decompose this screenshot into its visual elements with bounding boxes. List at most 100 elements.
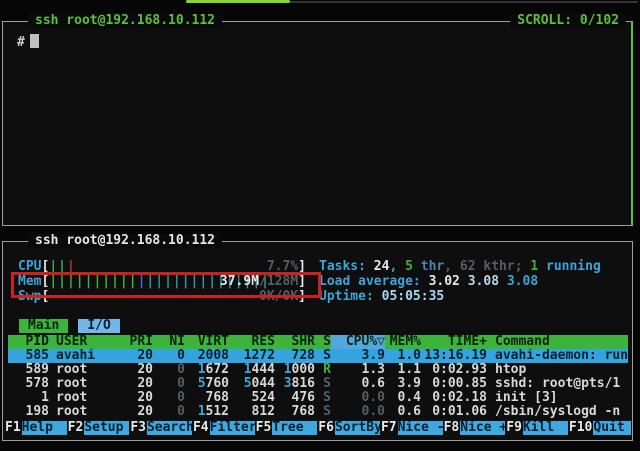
bracket-open: [ — [41, 290, 49, 304]
cell-cpu: 0.0 — [331, 405, 385, 419]
swap-meter-label: Swp — [18, 290, 41, 304]
header-cpu-sort[interactable]: CPU%▽ — [331, 335, 385, 349]
cell-res: 524 — [229, 391, 275, 405]
header-mem[interactable]: MEM% — [385, 335, 421, 349]
fkey-number: F3 — [129, 421, 147, 435]
cell-res-k: 1 — [244, 363, 252, 377]
cell-virt-rest: 760 — [206, 377, 229, 391]
cell-time: 0:02.18 — [421, 391, 487, 405]
htop-tabs: Main I/O — [19, 319, 120, 333]
cell-mem: 3.9 — [385, 377, 421, 391]
fkey-label: Setup — [84, 421, 129, 435]
cell-res: 1444 — [229, 363, 275, 377]
fkey-filter[interactable]: F4Filter — [192, 421, 255, 435]
cpu-bar-red: | — [67, 260, 76, 274]
fkey-search[interactable]: F3Search — [129, 421, 192, 435]
cell-state: S — [315, 391, 331, 405]
header-user[interactable]: USER — [49, 335, 129, 349]
fkey-tree[interactable]: F5Tree — [255, 421, 318, 435]
fkey-label: SortBy — [335, 421, 380, 435]
pane2-title: ssh root@192.168.10.112 — [28, 234, 222, 248]
cell-command: init [3] — [487, 391, 628, 405]
header-res[interactable]: RES — [229, 335, 275, 349]
tasks-summary: Tasks: 24, 5 thr, 62 kthr; 1 running — [319, 260, 601, 274]
cell-shr-rest: 000 — [292, 363, 315, 377]
fkey-number: F9 — [505, 421, 523, 435]
header-pri[interactable]: PRI — [129, 335, 153, 349]
shell-pane[interactable]: # — [2, 21, 633, 226]
header-cpu-label: CPU% — [346, 335, 377, 349]
cell-mem: 0.6 — [385, 405, 421, 419]
header-time[interactable]: TIME+ — [421, 335, 487, 349]
cell-shr: 768 — [275, 405, 315, 419]
header-virt[interactable]: VIRT — [185, 335, 229, 349]
header-state[interactable]: S — [315, 335, 331, 349]
cell-shr-k: 1 — [284, 363, 292, 377]
process-row[interactable]: 578 root 20 0 5760 5044 3816 S 0.6 3.9 0… — [8, 377, 628, 391]
cell-virt: 1512 — [185, 405, 229, 419]
cpu-meter-label: CPU — [18, 260, 41, 274]
mem-total: /128M — [259, 275, 298, 289]
tab-io[interactable]: I/O — [78, 319, 119, 333]
fkey-label: Tree — [272, 421, 317, 435]
mem-meter: Mem[|||||||||||||||||||||||||37.9M/128M] — [18, 275, 306, 289]
cell-pri: 20 — [129, 405, 153, 419]
fkey-sortby[interactable]: F6SortBy — [317, 421, 380, 435]
process-row-selected[interactable]: 585 avahi 20 0 2008 1272 728 S 3.9 1.0 1… — [8, 349, 628, 363]
fkey-help[interactable]: F1Help — [4, 421, 67, 435]
fkey-setup[interactable]: F2Setup — [67, 421, 130, 435]
cell-pid: 578 — [8, 377, 49, 391]
fkey-nice-plus[interactable]: F8Nice + — [443, 421, 506, 435]
fkey-number: F1 — [4, 421, 22, 435]
bracket-close: ] — [298, 260, 306, 274]
cell-pri: 20 — [129, 363, 153, 377]
header-ni[interactable]: NI — [153, 335, 185, 349]
shell-prompt: # — [17, 35, 25, 50]
cell-virt-k: 1 — [198, 405, 206, 419]
tab-main[interactable]: Main — [19, 319, 68, 333]
fkey-kill[interactable]: F9Kill — [505, 421, 568, 435]
cell-user: root — [49, 405, 129, 419]
cell-pri: 20 — [129, 377, 153, 391]
header-shr[interactable]: SHR — [275, 335, 315, 349]
bracket-open: [ — [41, 260, 49, 274]
uptime-value: 05:05:35 — [382, 289, 445, 304]
shell-prompt-line[interactable]: # — [17, 34, 39, 50]
header-pid[interactable]: PID — [8, 335, 49, 349]
cell-shr: 3816 — [275, 377, 315, 391]
swap-meter-value: 0K/0K — [259, 290, 298, 304]
cell-mem: 1.1 — [385, 363, 421, 377]
process-row[interactable]: 1 root 20 0 768 524 476 S 0.0 0.4 0:02.1… — [8, 391, 628, 405]
sort-descending-icon: ▽ — [377, 335, 385, 349]
fkey-number: F10 — [568, 421, 593, 435]
header-command[interactable]: Command — [487, 335, 628, 349]
fkey-quit[interactable]: F10Quit — [568, 421, 631, 435]
cell-mem: 1.0 — [385, 349, 421, 363]
threads-count: 5 — [405, 259, 413, 274]
cell-command: /sbin/syslogd -n — [487, 405, 628, 419]
cell-user: root — [49, 391, 129, 405]
tasks-label: Tasks: — [319, 259, 374, 274]
mem-used: 37.9M — [220, 275, 259, 289]
cell-virt: 5760 — [185, 377, 229, 391]
cell-ni: 0 — [153, 363, 185, 377]
cell-virt-k: 1 — [198, 363, 206, 377]
process-row[interactable]: 198 root 20 0 1512 812 768 S 0.0 0.6 0:0… — [8, 405, 628, 419]
cell-res: 5044 — [229, 377, 275, 391]
process-row[interactable]: 589 root 20 0 1672 1444 1000 R 1.3 1.1 0… — [8, 363, 628, 377]
cell-virt-k: 5 — [198, 377, 206, 391]
fkey-label: Filter — [210, 421, 255, 435]
fkey-label: Kill — [523, 421, 568, 435]
bracket-open: [ — [41, 275, 49, 289]
cell-pid: 1 — [8, 391, 49, 405]
terminal-cursor — [30, 34, 39, 48]
cell-res-k: 5 — [244, 377, 252, 391]
cell-shr: 728 — [275, 349, 315, 363]
tasks-count: 24 — [374, 259, 390, 274]
fkey-number: F4 — [192, 421, 210, 435]
uptime: Uptime: 05:05:35 — [319, 290, 444, 304]
load-average: Load average: 3.02 3.08 3.08 — [319, 275, 538, 289]
fkey-nice-minus[interactable]: F7Nice - — [380, 421, 443, 435]
swap-meter: Swp[0K/0K] — [18, 290, 306, 304]
cell-command: htop — [487, 363, 628, 377]
